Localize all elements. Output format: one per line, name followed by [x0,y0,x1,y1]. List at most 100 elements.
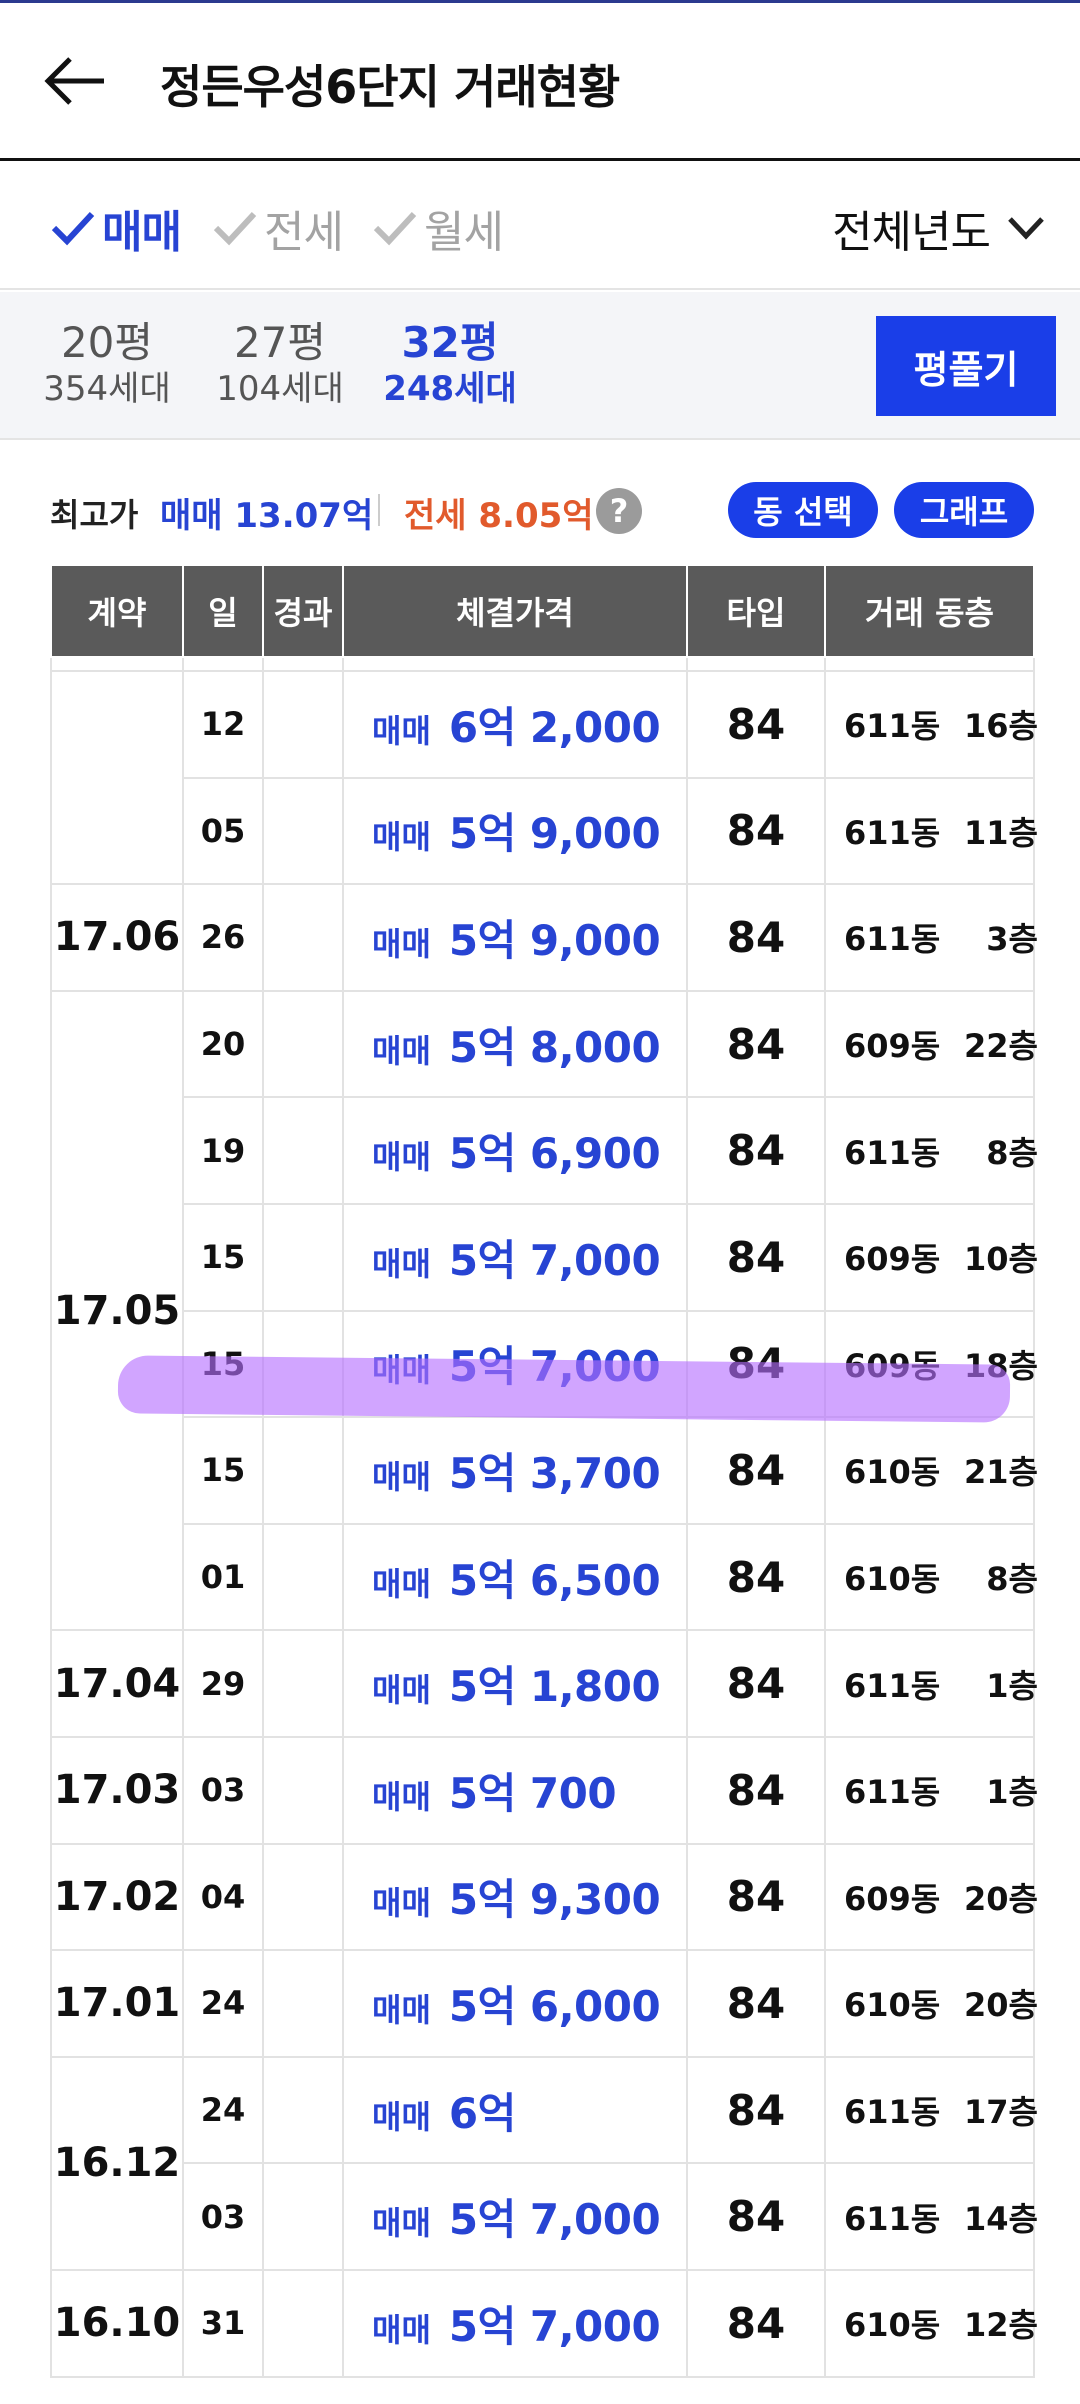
dong-select-button[interactable]: 동 선택 [728,482,878,538]
header-type[interactable]: 타입 [686,564,826,658]
cell-elapsed [262,1202,344,1312]
expand-pyeong-button[interactable]: 평풀기 [876,316,1056,416]
help-icon[interactable]: ? [596,488,642,534]
cell-day: 03 [182,2162,264,2271]
cell-elapsed [262,670,344,779]
deal-kind-label: 매매 [372,1351,431,1390]
dong-value: 611동 [844,707,941,746]
chevron-down-icon [1008,217,1044,240]
table-row[interactable]: 17.06 26 매매 5억 9,000 84 611동 3층 [50,883,1038,992]
cell-dong-floor: 610동 8층 [824,1522,1038,1632]
filter-jeonse-checkbox[interactable]: 전세 [212,200,344,258]
deal-price-value: 5억 3,700 [448,1448,661,1498]
cell-day: 01 [182,1522,264,1632]
cell-day: 15 [182,1202,264,1312]
cell-day: 15 [182,1309,264,1419]
filter-monthly-label: 월세 [424,207,504,258]
deal-price-value: 5억 6,500 [448,1555,661,1605]
cell-elapsed [262,1735,344,1845]
size-tab-32[interactable]: 32평 248세대 [382,318,518,410]
dong-value: 610동 [844,1986,941,2025]
deal-kind-label: 매매 [372,924,431,963]
dong-value: 611동 [844,1133,941,1172]
summary-divider [378,494,380,526]
header-elapsed[interactable]: 경과 [262,564,344,658]
cell-type: 84 [686,1096,826,1205]
table-row[interactable]: 19 매매 5억 6,900 84 611동 8층 [51,1096,1038,1205]
cell-day: 05 [182,776,264,886]
size-tab-27[interactable]: 27평 104세대 [212,318,348,410]
deal-kind-label: 매매 [372,818,431,857]
header-day[interactable]: 일 [182,564,264,658]
max-price-label: 최고가 [50,496,139,534]
deal-kind-label: 매매 [372,2204,431,2243]
header-dong-floor[interactable]: 거래 동층 [824,564,1035,658]
table-row[interactable]: 15 매매 5억 7,000 84 609동 10층 [51,1202,1038,1312]
deal-kind-label: 매매 [372,2097,431,2136]
cell-dong-floor: 611동 14층 [824,2162,1038,2271]
year-select[interactable]: 전체년도 [832,198,1046,258]
deal-kind-label: 매매 [372,1244,431,1283]
size-tab-20[interactable]: 20평 354세대 [40,318,174,410]
cell-type: 84 [686,1629,826,1738]
table-row[interactable]: 17.05 20 매매 5억 8,000 84 609동 22층 [50,989,1038,1632]
cell-elapsed [262,2055,344,2165]
dong-value: 609동 [844,1027,941,1066]
dong-value: 609동 [844,1240,941,1279]
table-row[interactable]: 01 매매 5억 6,500 84 610동 8층 [51,1522,1038,1632]
floor-value: 21층 [964,1453,1038,1492]
size-tabs: 20평 354세대 27평 104세대 32평 248세대 평풀기 [0,292,1080,440]
table-row[interactable]: 15 매매 5억 3,700 84 610동 21층 [51,1416,1038,1525]
cell-price: 매매 5억 6,000 [342,1949,688,2058]
cell-elapsed [262,2268,344,2378]
dong-value: 611동 [844,2199,941,2238]
back-button[interactable] [44,55,108,107]
floor-value: 1층 [986,1773,1038,1812]
cell-day: 03 [182,1735,264,1845]
table-row[interactable]: 05 매매 5억 9,000 84 611동 11층 [51,776,1038,886]
dong-value: 609동 [844,1879,941,1918]
cell-dong-floor: 609동 22층 [824,989,1038,1099]
table-row[interactable]: 17.01 24 매매 5억 6,000 84 610동 20층 [50,1949,1038,2058]
filter-jeonse-label: 전세 [264,207,344,258]
cell-type: 84 [686,2268,826,2378]
check-icon [213,211,257,246]
deal-price-value: 5억 9,000 [448,915,661,965]
cell-type: 84 [686,1522,826,1632]
table-row[interactable]: 17.03 03 매매 5억 700 84 611동 1층 [50,1735,1038,1845]
deal-price-value: 5억 7,000 [448,2195,661,2245]
deal-price-value: 6억 [448,2088,516,2138]
header-contract[interactable]: 계약 [50,564,184,658]
cell-contract-month: 17.03 [50,1735,184,1845]
cell-contract-month: 16.10 [50,2268,184,2378]
cell-day: 24 [182,2055,264,2165]
floor-value: 12층 [964,2306,1038,2345]
header-price[interactable]: 체결가격 [342,564,688,658]
cell-dong-floor: 611동 17층 [824,2055,1038,2165]
cell-day: 12 [182,670,264,779]
table-row[interactable]: 16.12 24 매매 6억 84 611동 17층 [50,2055,1038,2271]
table-header-row: 계약 일 경과 체결가격 타입 거래 동층 [50,564,1035,658]
graph-button[interactable]: 그래프 [894,482,1034,538]
cell-price: 매매 5억 6,900 [342,1096,688,1205]
deal-kind-label: 매매 [372,2310,431,2349]
table-row[interactable]: 16.10 31 매매 5억 7,000 84 610동 12층 [50,2268,1038,2378]
table-row[interactable]: 17.02 04 매매 5억 9,300 84 609동 20층 [50,1842,1038,1952]
table-row[interactable]: 12 매매 6억 2,000 84 611동 16층 [50,669,1038,886]
floor-value: 20층 [964,1986,1038,2025]
cell-dong-floor: 611동 1층 [824,1629,1038,1738]
table-row[interactable]: 17.04 29 매매 5억 1,800 84 611동 1층 [50,1629,1038,1738]
filter-monthly-checkbox[interactable]: 월세 [372,200,504,258]
cell-contract-month: 17.05 [50,989,184,1632]
floor-value: 8층 [986,1560,1038,1599]
cell-price: 매매 5억 9,000 [342,776,688,886]
dong-value: 611동 [844,813,941,852]
filter-sale-checkbox[interactable]: 매매 [50,200,182,258]
page-title: 정든우성6단지 거래현황 [160,60,620,114]
table-row[interactable]: 03 매매 5억 7,000 84 611동 14층 [51,2162,1038,2271]
deal-price-value: 5억 8,000 [448,1022,661,1072]
dong-value: 609동 [844,1346,941,1385]
size-tab-pyeong: 32평 [401,318,499,367]
table-row[interactable]: 15 매매 5억 7,000 84 609동 18층 [51,1309,1038,1419]
cell-price: 매매 5억 7,000 [342,1202,688,1312]
